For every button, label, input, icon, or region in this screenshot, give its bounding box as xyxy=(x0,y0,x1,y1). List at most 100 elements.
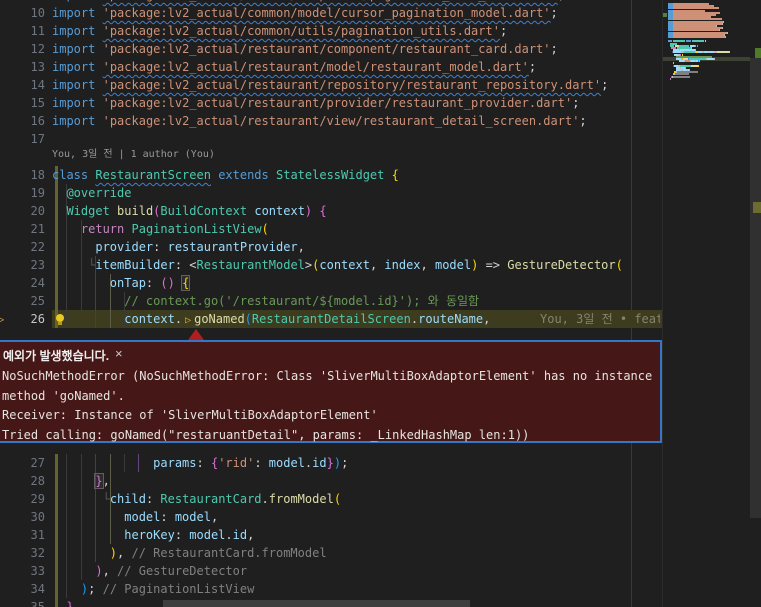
code-line[interactable]: import 'package:lv2_actual/restaurant/vi… xyxy=(0,112,662,130)
code-line[interactable]: heroKey: model.id, xyxy=(0,526,662,544)
code-token: 'package:lv2_actual/restaurant/view/rest… xyxy=(103,114,580,128)
code-line[interactable]: model: model, xyxy=(0,508,662,526)
code-line[interactable]: import 'package:lv2_actual/restaurant/mo… xyxy=(0,58,662,76)
minimap-line xyxy=(668,36,673,38)
code-token xyxy=(95,96,102,110)
code-line[interactable]: └child: RestaurantCard.fromModel( xyxy=(0,490,662,508)
code-token: model xyxy=(189,528,225,542)
code-line[interactable]: class RestaurantScreen extends Stateless… xyxy=(0,166,662,184)
code-token: return xyxy=(81,222,124,236)
codelens-blame[interactable]: You, 3일 전 | 1 author (You) xyxy=(52,147,215,163)
code-token: . xyxy=(411,312,418,326)
minimap-line xyxy=(722,27,723,29)
code-token: , xyxy=(103,564,117,578)
debug-current-line-arrow-icon: ▷ xyxy=(0,310,4,328)
code-token: => xyxy=(478,258,507,272)
code-token: // RestaurantCard.fromModel xyxy=(131,546,326,560)
code-token: ; xyxy=(551,42,558,56)
code-line[interactable]: import 'package:lv2_actual/common/utils/… xyxy=(0,22,662,40)
code-line[interactable]: @override xyxy=(0,184,662,202)
lightbulb-icon[interactable] xyxy=(56,314,64,322)
code-token: import xyxy=(52,42,95,56)
code-token: params xyxy=(153,456,196,470)
code-token: // context.go('/restaurant/${model.id}')… xyxy=(124,294,479,308)
code-token: GestureDetector xyxy=(507,258,615,272)
code-token: RestaurantCard xyxy=(160,492,261,506)
code-token xyxy=(95,78,102,92)
code-token: routeName xyxy=(418,312,483,326)
code-token: build xyxy=(117,204,153,218)
code-token xyxy=(95,114,102,128)
code-token xyxy=(52,564,95,578)
code-token xyxy=(52,186,66,200)
code-line[interactable]: ), // GestureDetector xyxy=(0,562,662,580)
code-line[interactable]: import 'package:lv2_actual/common/model/… xyxy=(0,4,662,22)
code-token: import xyxy=(52,96,95,110)
code-token: : xyxy=(146,492,160,506)
code-token: index xyxy=(384,258,420,272)
code-token: , xyxy=(247,528,254,542)
code-token: RestaurantScreen xyxy=(95,168,211,182)
code-line[interactable]: Widget build(BuildContext context) { xyxy=(0,202,662,220)
code-line[interactable]: provider: restaurantProvider, xyxy=(0,238,662,256)
code-line[interactable]: onTap: () { xyxy=(0,274,662,292)
code-line[interactable]: params: {'rid': model.id}); xyxy=(0,454,662,472)
code-token: } xyxy=(95,474,102,488)
exception-message-line: Receiver: Instance of 'SliverMultiBoxAda… xyxy=(2,406,378,425)
code-token: } xyxy=(66,600,73,607)
code-token: import xyxy=(52,0,95,2)
code-token: onTap xyxy=(110,276,146,290)
code-line[interactable] xyxy=(0,130,662,148)
code-line[interactable]: }, xyxy=(0,472,662,490)
minimap-line xyxy=(729,51,730,53)
minimap-line xyxy=(698,65,699,67)
code-token: child xyxy=(110,492,146,506)
close-icon[interactable]: × xyxy=(115,346,123,361)
code-token: context xyxy=(319,258,370,272)
code-token xyxy=(52,276,110,290)
code-token: // PaginationListView xyxy=(103,582,255,596)
code-editor: 9101112131415161718192021222324252627282… xyxy=(0,0,761,607)
code-token xyxy=(175,276,182,290)
code-line[interactable]: ); // PaginationListView xyxy=(0,580,662,598)
code-line[interactable]: └itemBuilder: <RestaurantModel>(context,… xyxy=(0,256,662,274)
code-token: : xyxy=(160,510,174,524)
code-line[interactable]: import 'package:lv2_actual/restaurant/co… xyxy=(0,40,662,58)
code-token: : xyxy=(153,240,167,254)
vertical-scrollbar[interactable] xyxy=(750,0,761,607)
minimap-line xyxy=(725,36,726,38)
code-token: : xyxy=(146,276,160,290)
code-token: import xyxy=(52,78,95,92)
code-token: context xyxy=(124,312,175,326)
code-line[interactable]: import 'package:lv2_actual/restaurant/re… xyxy=(0,76,662,94)
code-token xyxy=(95,0,102,2)
code-token: 'package:lv2_actual/common/model/cursor_… xyxy=(103,6,551,20)
minimap[interactable] xyxy=(663,0,750,300)
inline-blame-annotation: You, 3일 전 • feat xyxy=(540,310,660,328)
code-token: ; xyxy=(579,114,586,128)
code-line[interactable]: ), // RestaurantCard.fromModel xyxy=(0,544,662,562)
code-token: , xyxy=(483,312,490,326)
code-token: { xyxy=(392,168,399,182)
code-token xyxy=(52,294,124,308)
code-token: , xyxy=(103,474,110,488)
code-token xyxy=(52,456,153,470)
code-token xyxy=(52,600,66,607)
code-token: : xyxy=(254,456,268,470)
code-token: ; xyxy=(558,0,565,2)
code-token: { xyxy=(319,204,326,218)
code-token: 'package:lv2_actual/restaurant/component… xyxy=(103,42,551,56)
code-token: import xyxy=(52,60,95,74)
code-token: StatelessWidget xyxy=(276,168,384,182)
code-line[interactable]: return PaginationListView( xyxy=(0,220,662,238)
code-line[interactable]: import 'package:lv2_actual/restaurant/pr… xyxy=(0,94,662,112)
horizontal-scrollbar-thumb[interactable] xyxy=(163,600,470,607)
code-token: () xyxy=(160,276,174,290)
code-line[interactable]: // context.go('/restaurant/${model.id}')… xyxy=(0,292,662,310)
code-token xyxy=(52,222,81,236)
code-token: itemBuilder xyxy=(95,258,174,272)
code-token: ( xyxy=(334,492,341,506)
code-token: , xyxy=(370,258,384,272)
code-token xyxy=(52,528,124,542)
code-token: ) xyxy=(334,456,341,470)
